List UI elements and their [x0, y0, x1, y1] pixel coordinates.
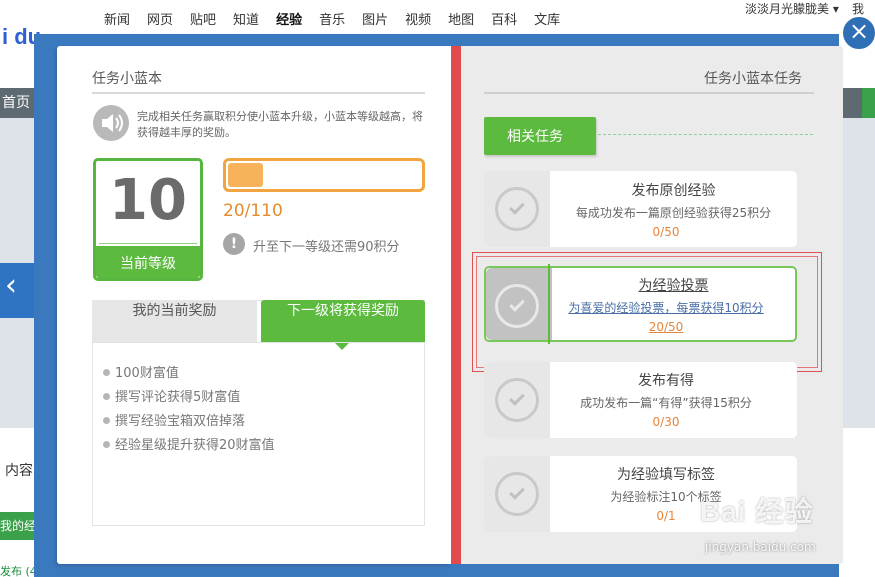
task-desc: 每成功发布一篇原创经验获得25积分 — [575, 206, 772, 220]
nav-link-images[interactable]: 图片 — [362, 9, 388, 28]
reward-item: 撰写经验宝箱双倍掉落 — [103, 410, 245, 429]
right-page-title: 任务小蓝本任务 — [704, 71, 802, 87]
nav-link-zhidao[interactable]: 知道 — [233, 9, 259, 28]
next-level-text: 升至下一等级还需90积分 — [253, 240, 400, 255]
task-title: 发布有得 — [638, 373, 694, 389]
reward-text: 撰写经验宝箱双倍掉落 — [115, 414, 246, 429]
task-title: 为经验填写标签 — [617, 467, 715, 483]
related-tasks-label: 相关任务 — [507, 129, 563, 145]
level-progress-fill — [228, 163, 263, 187]
bullet-icon — [103, 441, 110, 448]
exclamation-icon: ! — [223, 233, 245, 255]
left-title-divider — [92, 92, 425, 94]
background-green-tab — [862, 88, 875, 118]
bullet-icon — [103, 417, 110, 424]
task-desc: 成功发布一篇“有得”获得15积分 — [580, 396, 752, 410]
task-title: 发布原创经验 — [631, 183, 716, 199]
level-number: 10 — [109, 168, 187, 233]
level-label: 当前等级 — [120, 256, 176, 272]
nav-link-news[interactable]: 新闻 — [104, 9, 130, 28]
task-description: 完成相关任务赢取积分使小蓝本升级，小蓝本等级越高，将获得越丰厚的奖励。 — [137, 110, 423, 139]
close-icon: × — [848, 17, 870, 45]
bullet-icon — [103, 369, 110, 376]
nav-link-wenku[interactable]: 文库 — [534, 9, 560, 28]
reward-text: 100财富值 — [115, 366, 179, 381]
reward-item: 撰写评论获得5财富值 — [103, 386, 240, 405]
watermark-url: jingyan.baidu.com — [705, 540, 816, 554]
content-label: 内容 — [5, 463, 33, 479]
reward-item: 经验星级提升获得20财富值 — [103, 434, 275, 453]
close-button[interactable]: × — [841, 15, 875, 51]
level-divider — [99, 243, 197, 244]
speaker-icon — [93, 105, 129, 141]
username-menu[interactable]: 淡淡月光朦胧美 ▾ — [745, 0, 839, 17]
task-progress: 0/30 — [652, 415, 680, 429]
nav-link-music[interactable]: 音乐 — [319, 9, 345, 28]
nav-link-jingyan[interactable]: 经验 — [276, 9, 302, 28]
background-bottom-text: 发布 (4 — [0, 565, 37, 577]
reward-item: 100财富值 — [103, 362, 179, 381]
nav-links: 新闻 网页 贴吧 知道 经验 音乐 图片 视频 地图 百科 文库 — [104, 9, 577, 28]
highlight-box-inner — [476, 256, 818, 368]
tab-current-rewards[interactable]: 我的当前奖励 — [92, 300, 257, 342]
level-progress-text: 20/110 — [223, 201, 283, 221]
nav-link-baike[interactable]: 百科 — [491, 9, 517, 28]
chevron-left-icon: ‹ — [5, 268, 17, 303]
tab-divider — [92, 342, 425, 343]
nav-link-tieba[interactable]: 贴吧 — [190, 9, 216, 28]
book-spine — [451, 46, 461, 564]
left-page-title: 任务小蓝本 — [92, 71, 162, 87]
right-title-divider — [484, 92, 814, 94]
reward-text: 撰写评论获得5财富值 — [115, 390, 241, 405]
task-progress: 0/50 — [652, 225, 680, 239]
nav-link-map[interactable]: 地图 — [448, 9, 474, 28]
nav-link-web[interactable]: 网页 — [147, 9, 173, 28]
baidu-jingyan-watermark: Bai 经验 — [700, 496, 814, 527]
tab-pointer-icon — [334, 342, 350, 350]
reward-text: 经验星级提升获得20财富值 — [115, 438, 275, 453]
bullet-icon — [103, 393, 110, 400]
nav-link-video[interactable]: 视频 — [405, 9, 431, 28]
top-navigation: i du 新闻 网页 贴吧 知道 经验 音乐 图片 视频 地图 百科 文库 淡淡… — [0, 0, 875, 49]
related-dash-line — [598, 134, 813, 135]
tab-next-rewards[interactable]: 下一级将获得奖励 — [261, 300, 425, 342]
